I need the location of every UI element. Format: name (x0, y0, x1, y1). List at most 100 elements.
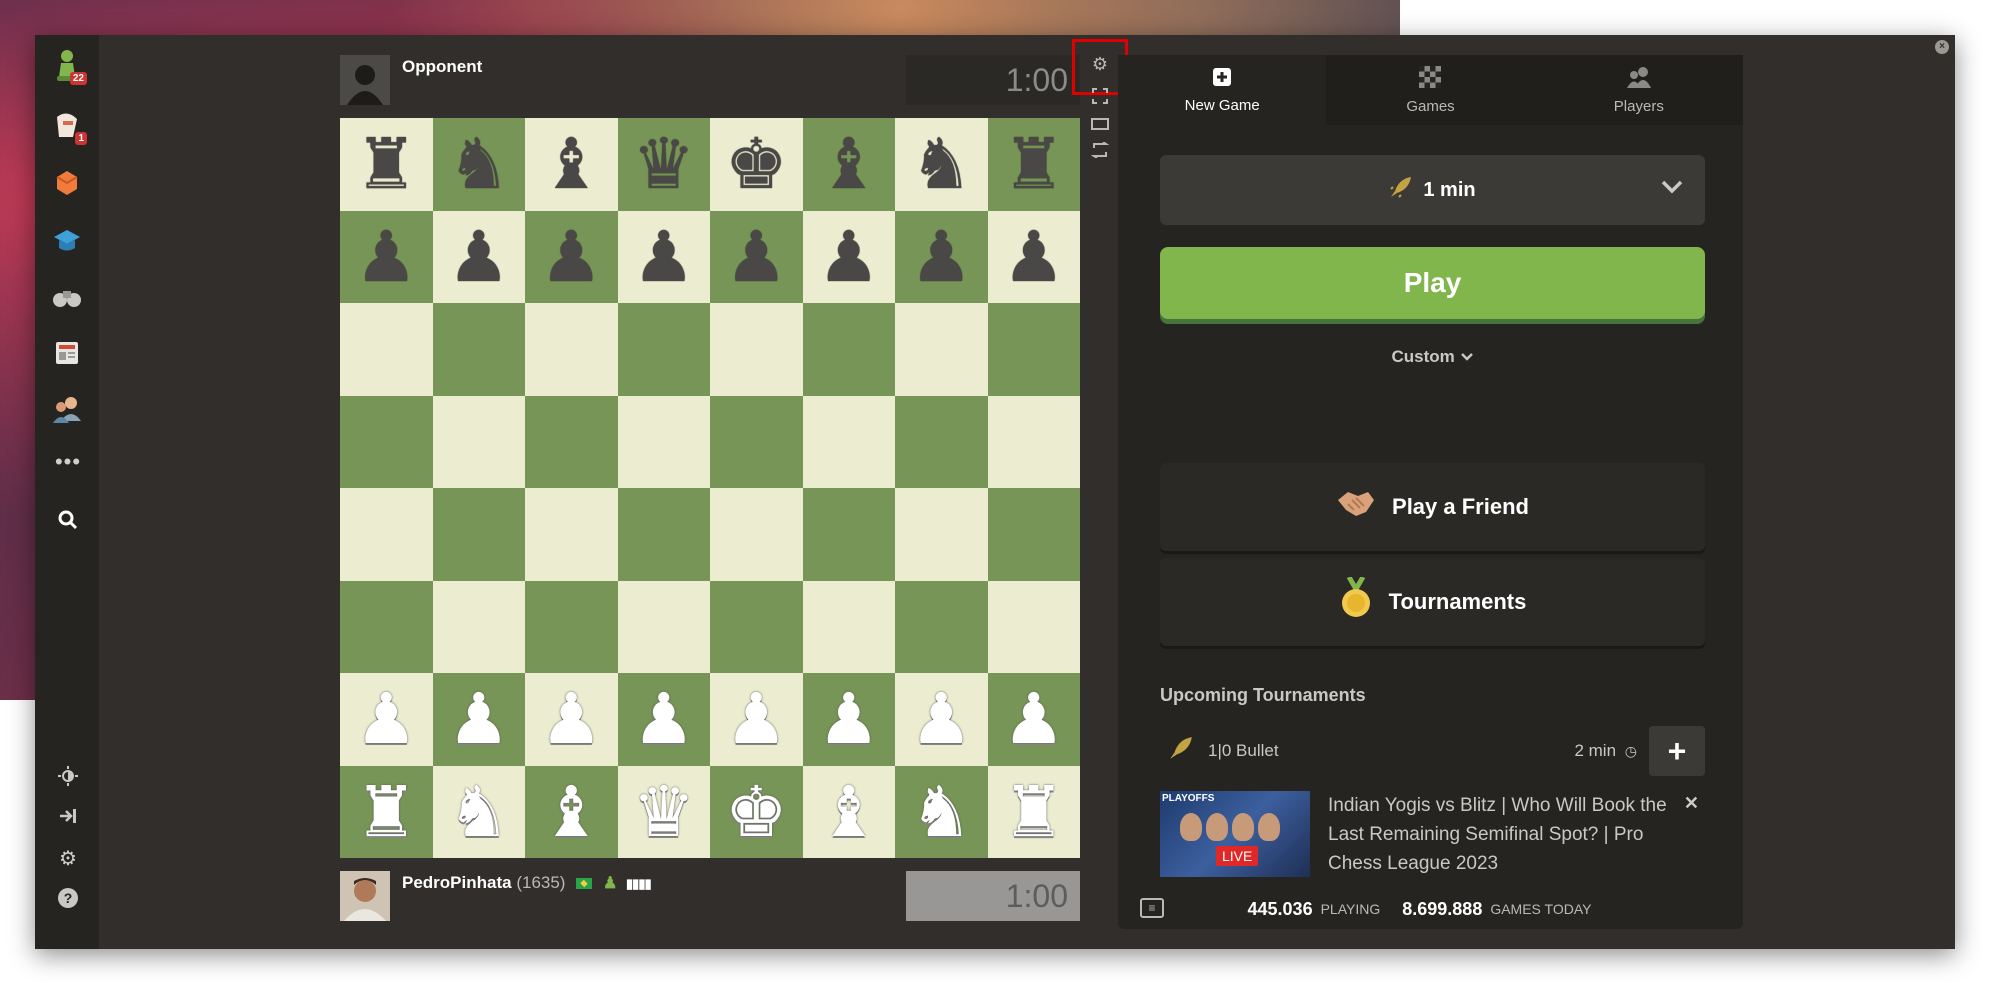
tournament-row[interactable]: 1|0 Bullet 2 min ◷ + (1160, 726, 1705, 776)
board-square[interactable] (617, 580, 710, 673)
news-title[interactable]: Indian Yogis vs Blitz | Who Will Book th… (1328, 791, 1668, 877)
close-icon[interactable]: ✕ (1684, 793, 1699, 814)
sidebar-play-icon[interactable]: 22 (51, 49, 87, 85)
board-square[interactable]: ♞ (432, 765, 525, 858)
board-square[interactable] (617, 395, 710, 488)
white-piece[interactable]: ♜ (355, 777, 418, 847)
tab-games[interactable]: Games (1326, 55, 1535, 125)
board-square[interactable]: ♟ (710, 210, 803, 303)
white-piece[interactable]: ♜ (1002, 777, 1065, 847)
board-square[interactable]: ♞ (895, 118, 988, 211)
board-square[interactable]: ♟ (432, 673, 525, 766)
custom-toggle[interactable]: Custom (1160, 347, 1705, 367)
board-square[interactable] (710, 580, 803, 673)
black-piece[interactable]: ♟ (910, 222, 973, 292)
board-square[interactable]: ♟ (617, 210, 710, 303)
time-control-select[interactable]: 1 min (1160, 155, 1705, 225)
board-square[interactable]: ♝ (802, 765, 895, 858)
black-piece[interactable]: ♟ (540, 222, 603, 292)
help-icon[interactable]: ? (57, 887, 79, 909)
board-square[interactable]: ♟ (340, 673, 433, 766)
board-square[interactable] (432, 303, 525, 396)
fullscreen-icon[interactable] (1089, 85, 1111, 107)
board-square[interactable] (895, 488, 988, 581)
board-square[interactable]: ♟ (802, 673, 895, 766)
black-piece[interactable]: ♜ (355, 129, 418, 199)
opponent-name[interactable]: Opponent (402, 57, 482, 77)
board-square[interactable]: ♞ (895, 765, 988, 858)
board-square[interactable] (987, 395, 1080, 488)
board-square[interactable] (617, 303, 710, 396)
board-square[interactable]: ♚ (710, 765, 803, 858)
board-square[interactable]: ♝ (525, 118, 618, 211)
board-square[interactable]: ♟ (987, 210, 1080, 303)
sidebar-news-icon[interactable] (51, 337, 83, 369)
theme-toggle-icon[interactable] (57, 765, 79, 787)
white-piece[interactable]: ♟ (447, 684, 510, 754)
black-piece[interactable]: ♞ (447, 129, 510, 199)
news-item[interactable]: PLAYOFFS LIVE Indian Yogis vs Blitz | Wh… (1160, 791, 1705, 877)
board-square[interactable]: ♟ (340, 210, 433, 303)
board-square[interactable]: ♝ (525, 765, 618, 858)
theater-mode-icon[interactable] (1089, 113, 1111, 135)
white-piece[interactable]: ♞ (910, 777, 973, 847)
white-piece[interactable]: ♟ (817, 684, 880, 754)
black-piece[interactable]: ♞ (910, 129, 973, 199)
settings-icon[interactable]: ⚙ (57, 847, 79, 870)
white-piece[interactable]: ♞ (447, 777, 510, 847)
play-friend-button[interactable]: Play a Friend (1160, 463, 1705, 551)
board-square[interactable] (432, 395, 525, 488)
board-square[interactable] (525, 488, 618, 581)
board-square[interactable] (340, 488, 433, 581)
window-close-icon[interactable]: × (1935, 40, 1949, 54)
white-piece[interactable]: ♝ (817, 777, 880, 847)
black-piece[interactable]: ♟ (632, 222, 695, 292)
play-button[interactable]: Play (1160, 247, 1705, 319)
board-square[interactable]: ♟ (987, 673, 1080, 766)
white-piece[interactable]: ♝ (540, 777, 603, 847)
sidebar-learn-icon[interactable] (51, 225, 83, 257)
black-piece[interactable]: ♟ (817, 222, 880, 292)
more-icon[interactable]: ••• (55, 449, 80, 474)
sidebar-lessons-icon[interactable] (51, 167, 83, 199)
board-square[interactable] (802, 303, 895, 396)
board-square[interactable]: ♟ (432, 210, 525, 303)
board-square[interactable] (432, 488, 525, 581)
black-piece[interactable]: ♝ (540, 129, 603, 199)
board-square[interactable] (895, 580, 988, 673)
board-square[interactable]: ♞ (432, 118, 525, 211)
board-square[interactable] (987, 580, 1080, 673)
board-square[interactable] (525, 580, 618, 673)
black-piece[interactable]: ♛ (632, 129, 695, 199)
sidebar-puzzles-icon[interactable]: 1 (51, 109, 87, 145)
black-piece[interactable]: ♝ (817, 129, 880, 199)
tournaments-button[interactable]: Tournaments (1160, 558, 1705, 646)
board-square[interactable]: ♜ (987, 765, 1080, 858)
board-square[interactable]: ♜ (987, 118, 1080, 211)
board-square[interactable]: ♛ (617, 765, 710, 858)
white-piece[interactable]: ♛ (632, 777, 695, 847)
join-tournament-button[interactable]: + (1649, 726, 1705, 776)
board-square[interactable] (340, 580, 433, 673)
board-square[interactable] (525, 303, 618, 396)
board-square[interactable]: ♟ (895, 673, 988, 766)
board-square[interactable] (432, 580, 525, 673)
board-square[interactable]: ♟ (525, 210, 618, 303)
black-piece[interactable]: ♟ (725, 222, 788, 292)
board-square[interactable]: ♟ (525, 673, 618, 766)
black-piece[interactable]: ♜ (1002, 129, 1065, 199)
board-square[interactable] (710, 303, 803, 396)
white-piece[interactable]: ♟ (725, 684, 788, 754)
black-piece[interactable]: ♟ (1002, 222, 1065, 292)
board-square[interactable] (802, 488, 895, 581)
board-square[interactable] (710, 395, 803, 488)
black-piece[interactable]: ♟ (447, 222, 510, 292)
search-icon[interactable] (57, 509, 79, 531)
white-piece[interactable]: ♟ (355, 684, 418, 754)
chess-board[interactable]: ♜ ♞ ♝ ♛ ♚ ♝ ♞ ♜ ♟ ♟ ♟ ♟ ♟ ♟ ♟ ♟ ♟ ♟ ♟ ♟ ♟ ♟ ♟ ♟ ♜ ♞ ♝ ♛ ♚ ♝ ♞ ♜ (340, 118, 1080, 858)
board-square[interactable]: ♟ (802, 210, 895, 303)
black-piece[interactable]: ♟ (355, 222, 418, 292)
collapse-icon[interactable] (57, 805, 79, 827)
board-square[interactable] (340, 303, 433, 396)
board-square[interactable] (617, 488, 710, 581)
